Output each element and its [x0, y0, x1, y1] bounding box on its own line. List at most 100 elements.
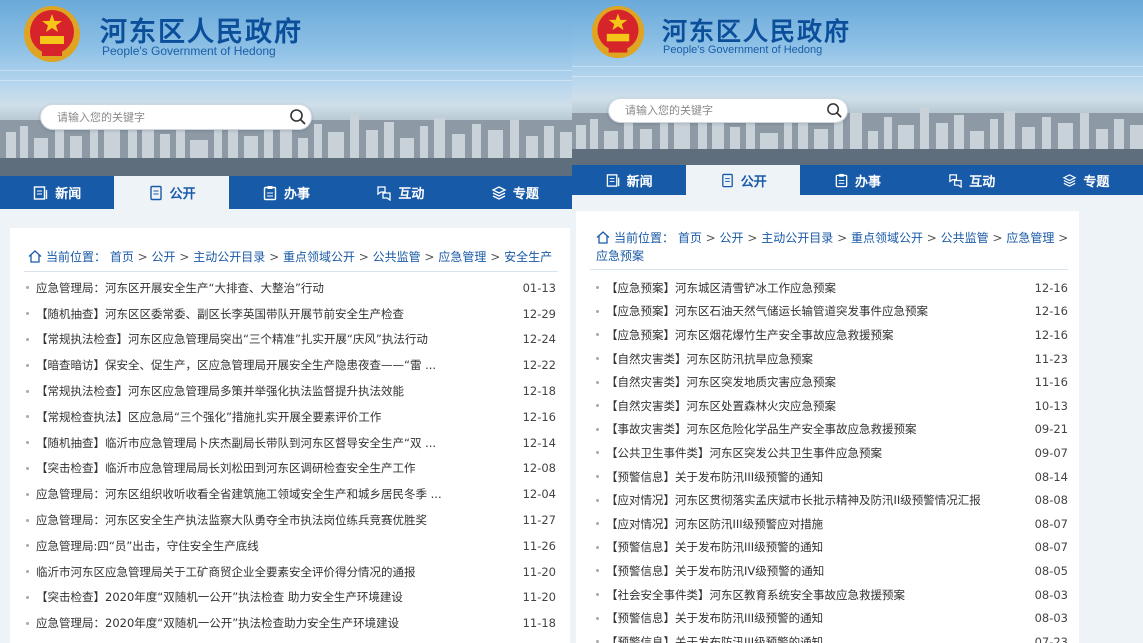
list-item[interactable]: 【随机抽查】河东区区委常委、副区长李英国带队开展节前安全生产检查 12-29	[26, 301, 556, 327]
list-item-title[interactable]: 应急管理局:四“员”出击，守住安全生产底线	[36, 538, 512, 554]
search-input[interactable]	[41, 110, 285, 124]
list-item[interactable]: 应急管理局：2020年度“双随机一公开”执法检查助力安全生产环境建设 11-18	[26, 610, 556, 636]
list-item-date: 08-03	[1034, 611, 1068, 626]
nav-interaction[interactable]: 互动	[915, 165, 1029, 195]
breadcrumb-link[interactable]: 公共监管	[373, 250, 421, 264]
breadcrumb-link[interactable]: 重点领域公开	[283, 250, 355, 264]
home-icon[interactable]	[28, 250, 42, 263]
nav-topics[interactable]: 专题	[1029, 165, 1143, 195]
list-item-title[interactable]: 【应对情况】河东区防汛III级预警应对措施	[606, 516, 1024, 532]
list-item[interactable]: 【常规执法检查】河东区应急管理局多策并举强化执法监督提升执法效能 12-18	[26, 378, 556, 404]
list-item[interactable]: 【预警信息】关于发布防汛III级预警的通知 08-14	[596, 465, 1068, 489]
list-item-title[interactable]: 临沂市河东区应急管理局关于工矿商贸企业全要素安全评价得分情况的通报	[36, 564, 512, 580]
list-item-title[interactable]: 【自然灾害类】河东区防汛抗旱应急预案	[606, 351, 1024, 367]
list-item[interactable]: 应急管理局：河东区组织收听收看全省建筑施工领域安全生产和城乡居民冬季 ... 12…	[26, 481, 556, 507]
list-item-title[interactable]: 【自然灾害类】河东区突发地质灾害应急预案	[606, 374, 1024, 390]
list-item-date: 08-07	[1034, 540, 1068, 555]
list-item-title[interactable]: 【预警信息】关于发布防汛III级预警的通知	[606, 610, 1024, 626]
list-item-title[interactable]: 【事故灾害类】河东区危险化学品生产安全事故应急救援预案	[606, 421, 1024, 437]
list-item-title[interactable]: 【突击检查】2020年度“双随机一公开”执法检查 助力安全生产环境建设	[36, 589, 512, 605]
breadcrumb-link[interactable]: 应急预案	[596, 249, 644, 263]
list-item-title[interactable]: 【社会安全事件类】河东区教育系统安全事故应急救援预案	[606, 587, 1024, 603]
list-item-title[interactable]: 【预警信息】关于发布防汛III级预警的通知	[606, 469, 1024, 485]
list-item[interactable]: 【突击检查】2020年度“双随机一公开”执法检查 助力安全生产环境建设 11-20	[26, 585, 556, 611]
list-item[interactable]: 【社会安全事件类】河东区教育系统安全事故应急救援预案 08-03	[596, 583, 1068, 607]
list-item[interactable]: 【暗查暗访】保安全、促生产，区应急管理局开展安全生产隐患夜查——“雷 ... 12…	[26, 352, 556, 378]
list-item[interactable]: 【突击检查】临沂市应急管理局局长刘松田到河东区调研检查安全生产工作 12-08	[26, 456, 556, 482]
nav-news[interactable]: 新闻	[0, 176, 114, 209]
list-item-title[interactable]: 【应急预案】河东区石油天然气储运长输管道突发事件应急预案	[606, 303, 1024, 319]
list-item[interactable]: 【常规执法检查】河东区应急管理局突出“三个精准”扎实开展“庆风”执法行动 12-2…	[26, 327, 556, 353]
list-item[interactable]: 应急管理局:四“员”出击，守住安全生产底线 11-26	[26, 533, 556, 559]
list-item-title[interactable]: 【预警信息】关于发布防汛IV级预警的通知	[606, 563, 1024, 579]
breadcrumb-link[interactable]: 重点领域公开	[851, 231, 923, 245]
list-item[interactable]: 【应急预案】河东区石油天然气储运长输管道突发事件应急预案 12-16	[596, 300, 1068, 324]
document-icon	[721, 173, 733, 187]
list-item[interactable]: 【预警信息】关于发布防汛III级预警的通知 07-23	[596, 630, 1068, 643]
nav-service[interactable]: 办事	[229, 176, 343, 209]
list-item[interactable]: 【应急预案】河东城区清雪铲冰工作应急预案 12-16	[596, 276, 1068, 300]
breadcrumb-link[interactable]: 主动公开目录	[193, 250, 265, 264]
list-item-title[interactable]: 应急管理局：河东区安全生产执法监察大队勇夺全市执法岗位练兵竞赛优胜奖	[36, 512, 512, 528]
breadcrumb-link[interactable]: 安全生产	[504, 250, 552, 264]
list-item[interactable]: 【公共卫生事件类】河东区突发公共卫生事件应急预案 09-07	[596, 441, 1068, 465]
search-input[interactable]	[609, 104, 821, 117]
list-item-title[interactable]: 【预警信息】关于发布防汛III级预警的通知	[606, 539, 1024, 555]
list-item-title[interactable]: 【随机抽查】河东区区委常委、副区长李英国带队开展节前安全生产检查	[36, 306, 512, 322]
list-item[interactable]: 【预警信息】关于发布防汛IV级预警的通知 08-05	[596, 559, 1068, 583]
breadcrumb-link[interactable]: 公开	[152, 250, 176, 264]
list-item-title[interactable]: 【应对情况】河东区贯彻落实孟庆斌市长批示精神及防汛II级预警情况汇报	[606, 492, 1024, 508]
breadcrumb-link[interactable]: 应急管理	[438, 250, 486, 264]
list-item[interactable]: 【预警信息】关于发布防汛III级预警的通知 08-03	[596, 606, 1068, 630]
list-item[interactable]: 应急管理局：河东区开展安全生产“大排查、大整治”行动 01-13	[26, 275, 556, 301]
list-item-title[interactable]: 【常规执法检查】河东区应急管理局突出“三个精准”扎实开展“庆风”执法行动	[36, 331, 512, 347]
list-item-title[interactable]: 【随机抽查】临沂市应急管理局卜庆杰副局长带队到河东区督导安全生产“双 ...	[36, 435, 512, 451]
list-item-title[interactable]: 【常规执法检查】河东区应急管理局多策并举强化执法监督提升执法效能	[36, 383, 512, 399]
breadcrumb-link[interactable]: 首页	[110, 250, 134, 264]
search-icon[interactable]	[821, 98, 847, 124]
list-item-title[interactable]: 【预警信息】关于发布防汛III级预警的通知	[606, 634, 1024, 643]
list-item[interactable]: 【常规检查执法】区应急局“三个强化”措施扎实开展全要素评价工作 12-16	[26, 404, 556, 430]
list-item-title[interactable]: 【暗查暗访】保安全、促生产，区应急管理局开展安全生产隐患夜查——“雷 ...	[36, 357, 512, 373]
list-item[interactable]: 【随机抽查】临沂市应急管理局卜庆杰副局长带队到河东区督导安全生产“双 ... 12…	[26, 430, 556, 456]
list-item-title[interactable]: 应急管理局：河东区组织收听收看全省建筑施工领域安全生产和城乡居民冬季 ...	[36, 486, 512, 502]
list-item-title[interactable]: 【自然灾害类】河东区处置森林火灾应急预案	[606, 398, 1024, 414]
list-item-title[interactable]: 【应急预案】河东城区清雪铲冰工作应急预案	[606, 280, 1024, 296]
list-item[interactable]: 【预警信息】关于发布防汛III级预警的通知 08-07	[596, 536, 1068, 560]
list-item[interactable]: 【应对情况】河东区防汛III级预警应对措施 08-07	[596, 512, 1068, 536]
breadcrumb-link[interactable]: 公开	[720, 231, 744, 245]
breadcrumb-link[interactable]: 公共监管	[941, 231, 989, 245]
home-icon[interactable]	[596, 231, 610, 244]
nav-service[interactable]: 办事	[800, 165, 914, 195]
breadcrumb-link[interactable]: 主动公开目录	[761, 231, 833, 245]
nav-news[interactable]: 新闻	[572, 165, 686, 195]
list-item-title[interactable]: 【突击检查】临沂市应急管理局局长刘松田到河东区调研检查安全生产工作	[36, 460, 512, 476]
nav-open[interactable]: 公开	[114, 176, 229, 209]
interaction-icon	[949, 173, 962, 188]
bullet-icon	[596, 286, 599, 290]
list-item-title[interactable]: 【应急预案】河东区烟花爆竹生产安全事故应急救援预案	[606, 327, 1024, 343]
list-item[interactable]: 【应对情况】河东区贯彻落实孟庆斌市长批示精神及防汛II级预警情况汇报 08-08	[596, 488, 1068, 512]
breadcrumb-link[interactable]: 首页	[678, 231, 702, 245]
nav-open[interactable]: 公开	[686, 165, 801, 195]
nav-topics-label: 专题	[512, 187, 539, 202]
list-item-title[interactable]: 应急管理局：河东区开展安全生产“大排查、大整治”行动	[36, 280, 512, 296]
list-item[interactable]: 【自然灾害类】河东区突发地质灾害应急预案 11-16	[596, 370, 1068, 394]
nav-interaction[interactable]: 互动	[343, 176, 457, 209]
list-item[interactable]: 临沂市河东区应急管理局关于工矿商贸企业全要素安全评价得分情况的通报 11-20	[26, 559, 556, 585]
list-item-title[interactable]: 【公共卫生事件类】河东区突发公共卫生事件应急预案	[606, 445, 1024, 461]
search-icon[interactable]	[285, 104, 311, 130]
list-item-title[interactable]: 应急管理局：2020年度“双随机一公开”执法检查助力安全生产环境建设	[36, 615, 512, 631]
list-item[interactable]: 应急管理局：河东区安全生产执法监察大队勇夺全市执法岗位练兵竞赛优胜奖 11-27	[26, 507, 556, 533]
nav-topics[interactable]: 专题	[458, 176, 572, 209]
list-item[interactable]: 【应急预案】河东区烟花爆竹生产安全事故应急救援预案 12-16	[596, 323, 1068, 347]
list-item[interactable]: 【自然灾害类】河东区处置森林火灾应急预案 10-13	[596, 394, 1068, 418]
breadcrumb-link[interactable]: 应急管理	[1006, 231, 1054, 245]
list-item-date: 08-07	[1034, 516, 1068, 531]
list-item[interactable]: 【事故灾害类】河东区危险化学品生产安全事故应急救援预案 09-21	[596, 418, 1068, 442]
list-item-title[interactable]: 【常规检查执法】区应急局“三个强化”措施扎实开展全要素评价工作	[36, 409, 512, 425]
bullet-icon	[596, 404, 599, 408]
bullet-icon	[596, 545, 599, 549]
list-item[interactable]: 【自然灾害类】河东区防汛抗旱应急预案 11-23	[596, 347, 1068, 371]
breadcrumb-label: 当前位置：	[46, 250, 107, 264]
